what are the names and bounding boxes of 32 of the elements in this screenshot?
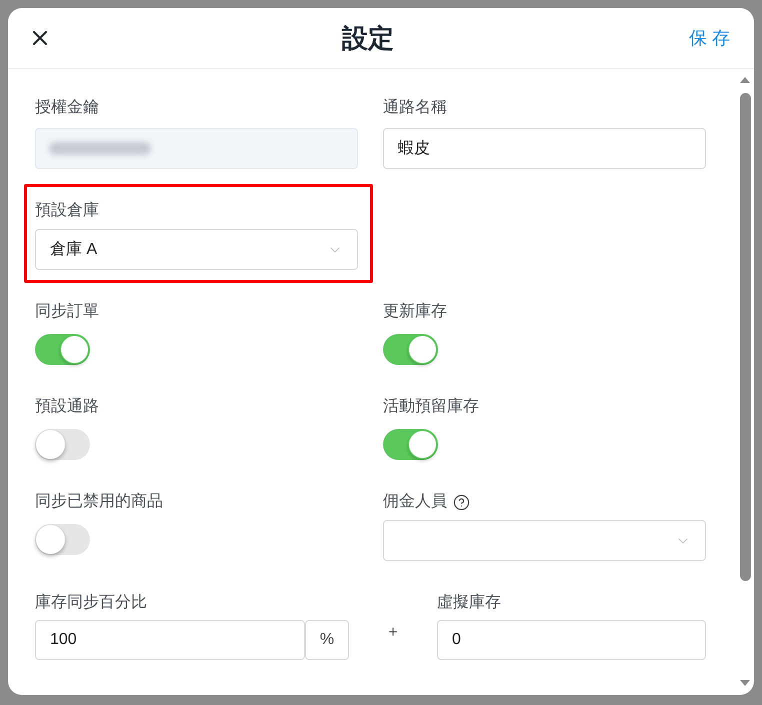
field-label: 預設倉庫 [35,200,99,221]
field-label: 更新庫存 [383,302,447,322]
select-field[interactable]: 倉庫 A [35,229,358,270]
toggle-switch[interactable] [383,334,438,365]
plus-operator: + [388,623,398,643]
percent-field[interactable]: 100 [35,620,305,660]
close-icon[interactable] [33,31,47,45]
field-label: 通路名稱 [383,98,447,118]
help-icon[interactable] [453,494,470,510]
text-field[interactable]: 0 [437,620,706,660]
field-label: 授權金鑰 [35,98,99,118]
field-label: 預設通路 [35,396,99,417]
toggle-switch[interactable] [35,429,90,460]
masked-field[interactable] [35,128,358,169]
save-button[interactable]: 保 存 [688,26,730,50]
field-label: 同步已禁用的商品 [35,492,163,512]
select-field[interactable] [383,520,706,561]
field-label: 佣金人員 [383,492,447,512]
dialog-title: 設定 [342,22,394,54]
field-label: 活動預留庫存 [383,396,479,417]
field-label: 同步訂單 [35,302,99,322]
toggle-switch[interactable] [35,524,90,555]
field-label: 庫存同步百分比 [35,592,148,613]
text-field[interactable]: 蝦皮 [383,128,706,169]
percent-unit-addon: % [305,620,349,660]
blurred-text-icon [49,142,151,155]
scrollbar-thumb[interactable] [740,93,750,581]
field-label: 虛擬庫存 [437,592,502,613]
toggle-switch[interactable] [383,429,438,460]
scroll-up-arrow-icon[interactable] [740,77,750,83]
scroll-down-arrow-icon[interactable] [740,680,750,686]
toggle-switch[interactable] [35,334,90,365]
